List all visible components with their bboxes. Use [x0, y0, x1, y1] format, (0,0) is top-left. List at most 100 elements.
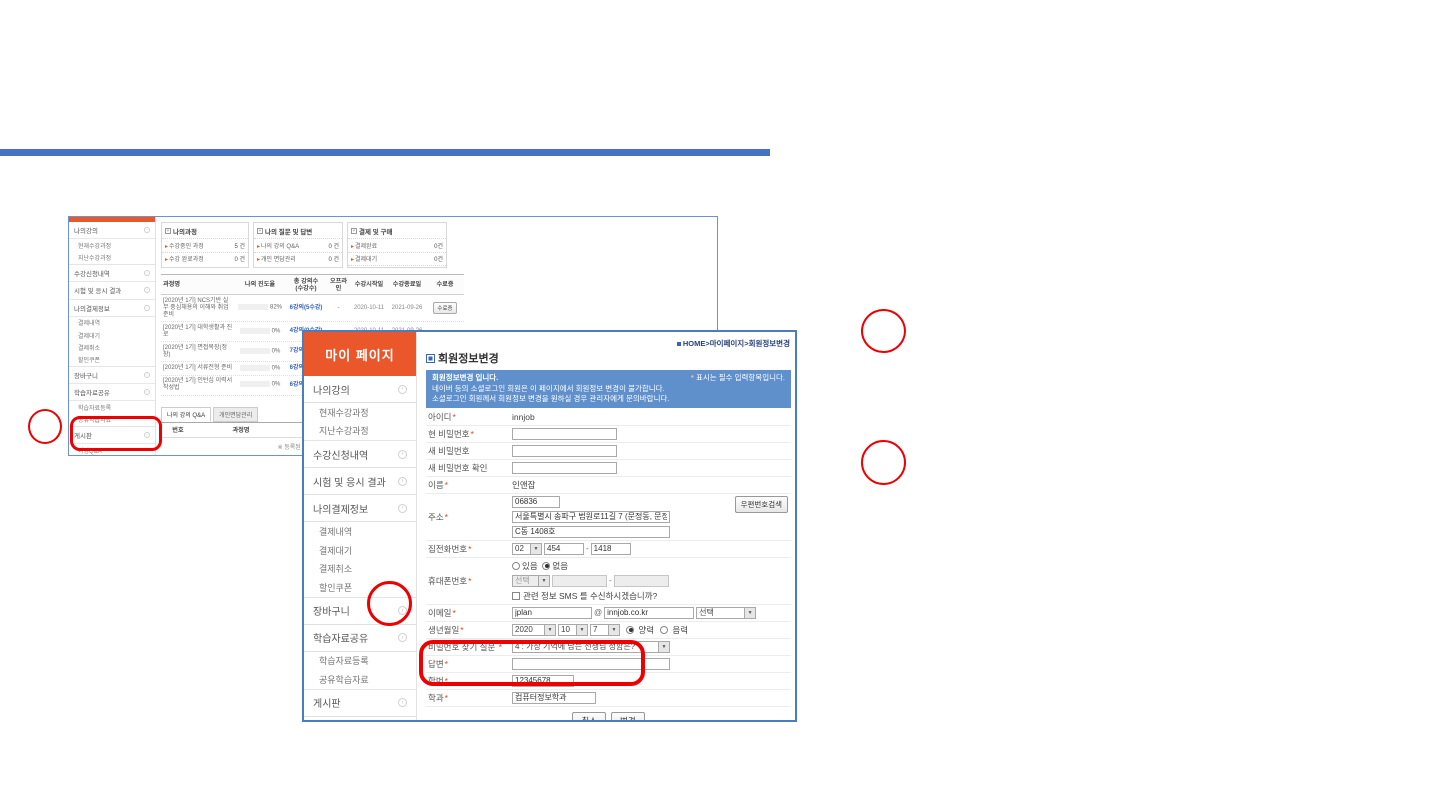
confirm-password-input[interactable]: [512, 462, 617, 474]
summary-row[interactable]: ▸장바구니0건: [348, 265, 446, 268]
student-no-input[interactable]: [512, 675, 574, 687]
chevron-circle-icon: ›: [398, 633, 407, 642]
course-name: [2020년 1기] 서류전형 준비: [161, 362, 235, 374]
mobile-yes-label: 있음: [522, 561, 538, 571]
chevron-circle-icon: ›: [398, 477, 407, 486]
sidebar-item-1[interactable]: 나의강의›: [304, 376, 416, 403]
mobile-no-label: 없음: [552, 561, 568, 571]
sidebar-subitem[interactable]: 공유학습자료: [304, 670, 416, 689]
email-domain-select[interactable]: 선택▼: [696, 607, 756, 619]
sidebar-item-6[interactable]: 학습자료공유›: [69, 384, 155, 401]
required-note: * 표시는 필수 입력항목입니다.: [690, 373, 785, 384]
sidebar-item-3[interactable]: 시험 및 응시 결과›: [69, 282, 155, 299]
password-question-select[interactable]: 4 : 가장 기억에 남는 선생님 성함은?▼: [512, 641, 670, 653]
form-actions: 취소 변경: [426, 712, 791, 721]
sidebar-subitem[interactable]: 결제대기: [304, 541, 416, 560]
summary-box: +나의 질문 및 답변▸나의 강의 Q&A0 건▸개인 면담관리0 건: [253, 222, 343, 268]
sidebar-item-7[interactable]: 게시판›: [304, 690, 416, 717]
summary-row[interactable]: ▸나의 강의 Q&A0 건: [254, 238, 342, 252]
answer-input[interactable]: [512, 658, 670, 670]
sidebar-subitem[interactable]: 공유학습자료: [69, 414, 155, 426]
birth-month-select[interactable]: 10▼: [558, 624, 588, 636]
chevron-down-icon: ▼: [530, 544, 541, 554]
current-password-input[interactable]: [512, 428, 617, 440]
sidebar-subitem[interactable]: 할인쿠폰: [69, 353, 155, 365]
sidebar-item-6[interactable]: 학습자료공유 ›: [304, 625, 416, 652]
sidebar-subitem[interactable]: 과정Q&A: [304, 717, 416, 720]
telephone-last-input[interactable]: [591, 543, 631, 555]
birth-year-select[interactable]: 2020▼: [512, 624, 556, 636]
chevron-down-icon: ▼: [576, 625, 587, 635]
summary-row[interactable]: ▸결제대기0건: [348, 252, 446, 266]
birth-day-select[interactable]: 7▼: [590, 624, 620, 636]
solar-label: 양력: [638, 624, 654, 636]
zipcode-search-button[interactable]: 우편번호검색: [735, 496, 788, 513]
summary-row[interactable]: ▸수강중인 과정5 건: [162, 238, 248, 252]
sidebar-subitem[interactable]: 지난수강과정: [304, 422, 416, 441]
sidebar-subitem[interactable]: 결제내역: [304, 522, 416, 541]
address-line1-input[interactable]: [512, 511, 670, 523]
zipcode-input[interactable]: [512, 496, 560, 508]
summary-row[interactable]: ▸수강 완료과정0 건: [162, 252, 248, 266]
mobile-no-radio[interactable]: [542, 562, 550, 570]
sidebar-item-5[interactable]: 장바구니›: [304, 598, 416, 625]
notice-line: 네이버 등의 소셜로그인 회원은 이 페이지에서 회원정보 변경이 불가합니다.: [432, 384, 785, 395]
sidebar-subitem[interactable]: 학습자료등록: [304, 652, 416, 671]
course-table-row: [2020년 1기] NCS기반 실무 중심채용의 이해와 취업준비82%6강의…: [161, 295, 464, 322]
certificate-button[interactable]: 수료증: [433, 302, 456, 314]
sidebar-item-4[interactable]: 나의결제정보›: [69, 300, 155, 317]
form-row-birth: 생년월일* 2020▼ 10▼ 7▼ 양력 음력: [426, 622, 791, 639]
mobile-yes-radio[interactable]: [512, 562, 520, 570]
sidebar-subitem[interactable]: 결제취소: [69, 341, 155, 353]
telephone-area-select[interactable]: 02▼: [512, 543, 542, 555]
sidebar-item-4[interactable]: 나의결제정보›: [304, 495, 416, 522]
sidebar-item-3[interactable]: 시험 및 응시 결과›: [304, 468, 416, 495]
lunar-radio[interactable]: [660, 626, 668, 634]
sms-checkbox[interactable]: [512, 592, 520, 600]
sidebar-item-7[interactable]: 게시판›: [69, 427, 155, 444]
sidebar-subitem[interactable]: 결제대기: [69, 329, 155, 341]
chevron-circle-icon: ›: [144, 389, 150, 395]
sidebar-item-1[interactable]: 나의강의›: [69, 222, 155, 239]
sidebar-subitem[interactable]: 결제내역: [69, 317, 155, 329]
sidebar-item-2[interactable]: 수강신청내역›: [69, 265, 155, 282]
new-password-input[interactable]: [512, 445, 617, 457]
summary-row[interactable]: ▸개인 면담관리0 건: [254, 252, 342, 266]
course-name: [2020년 1기] 면접복장(정장): [161, 342, 235, 361]
sidebar-subgroup: 현재수강과정지난수강과정: [69, 239, 155, 264]
submit-button[interactable]: 변경: [611, 712, 645, 721]
mobile-last-input[interactable]: [614, 575, 669, 587]
sidebar-subitem[interactable]: 결제취소: [304, 559, 416, 578]
sidebar-item-label: 나의강의: [74, 225, 98, 235]
sidebar-subitem[interactable]: 현재수강과정: [69, 239, 155, 251]
solar-radio[interactable]: [626, 626, 634, 634]
mobile-mid-input[interactable]: [552, 575, 607, 587]
telephone-mid-input[interactable]: [544, 543, 584, 555]
sidebar-item-5[interactable]: 장바구니›: [69, 367, 155, 384]
qna-tab-1[interactable]: 나의 강의 Q&A: [161, 407, 211, 422]
confirm-password-label: 새 비밀번호 확인: [426, 462, 512, 474]
chevron-circle-icon: ›: [398, 385, 407, 394]
email-domain-input[interactable]: [604, 607, 694, 619]
sidebar-subitem[interactable]: 지난수강과정: [69, 252, 155, 264]
bullet-icon: ▸: [165, 257, 168, 263]
mobile-prefix-select[interactable]: 선택▼: [512, 575, 550, 587]
sidebar-item-label: 장바구니: [313, 603, 350, 618]
department-input[interactable]: [512, 692, 596, 704]
summary-row[interactable]: ▸결제완료0건: [348, 238, 446, 252]
sidebar-subitem[interactable]: 학습자료등록: [69, 401, 155, 413]
progress-cell: 0%: [235, 379, 285, 392]
cancel-button[interactable]: 취소: [572, 712, 606, 721]
address-line2-input[interactable]: [512, 526, 670, 538]
sidebar-item-2[interactable]: 수강신청내역›: [304, 441, 416, 468]
email-local-input[interactable]: [512, 607, 592, 619]
lecture-count-link[interactable]: 6강의(5수강): [285, 302, 327, 314]
sidebar-subitem[interactable]: 현재수강과정: [304, 403, 416, 422]
qna-tab-2[interactable]: 개인면담관리: [213, 407, 258, 422]
progress-cell: 0%: [235, 325, 285, 338]
progress-bar: [240, 365, 270, 371]
sidebar-item-label: 학습자료공유: [313, 630, 368, 645]
sidebar-subitem[interactable]: 할인쿠폰: [304, 578, 416, 597]
dashboard-sidebar-menu: 나의강의›현재수강과정지난수강과정수강신청내역›시험 및 응시 결과›나의결제정…: [69, 222, 155, 455]
sidebar-subitem[interactable]: 과정Q&A: [69, 444, 155, 455]
